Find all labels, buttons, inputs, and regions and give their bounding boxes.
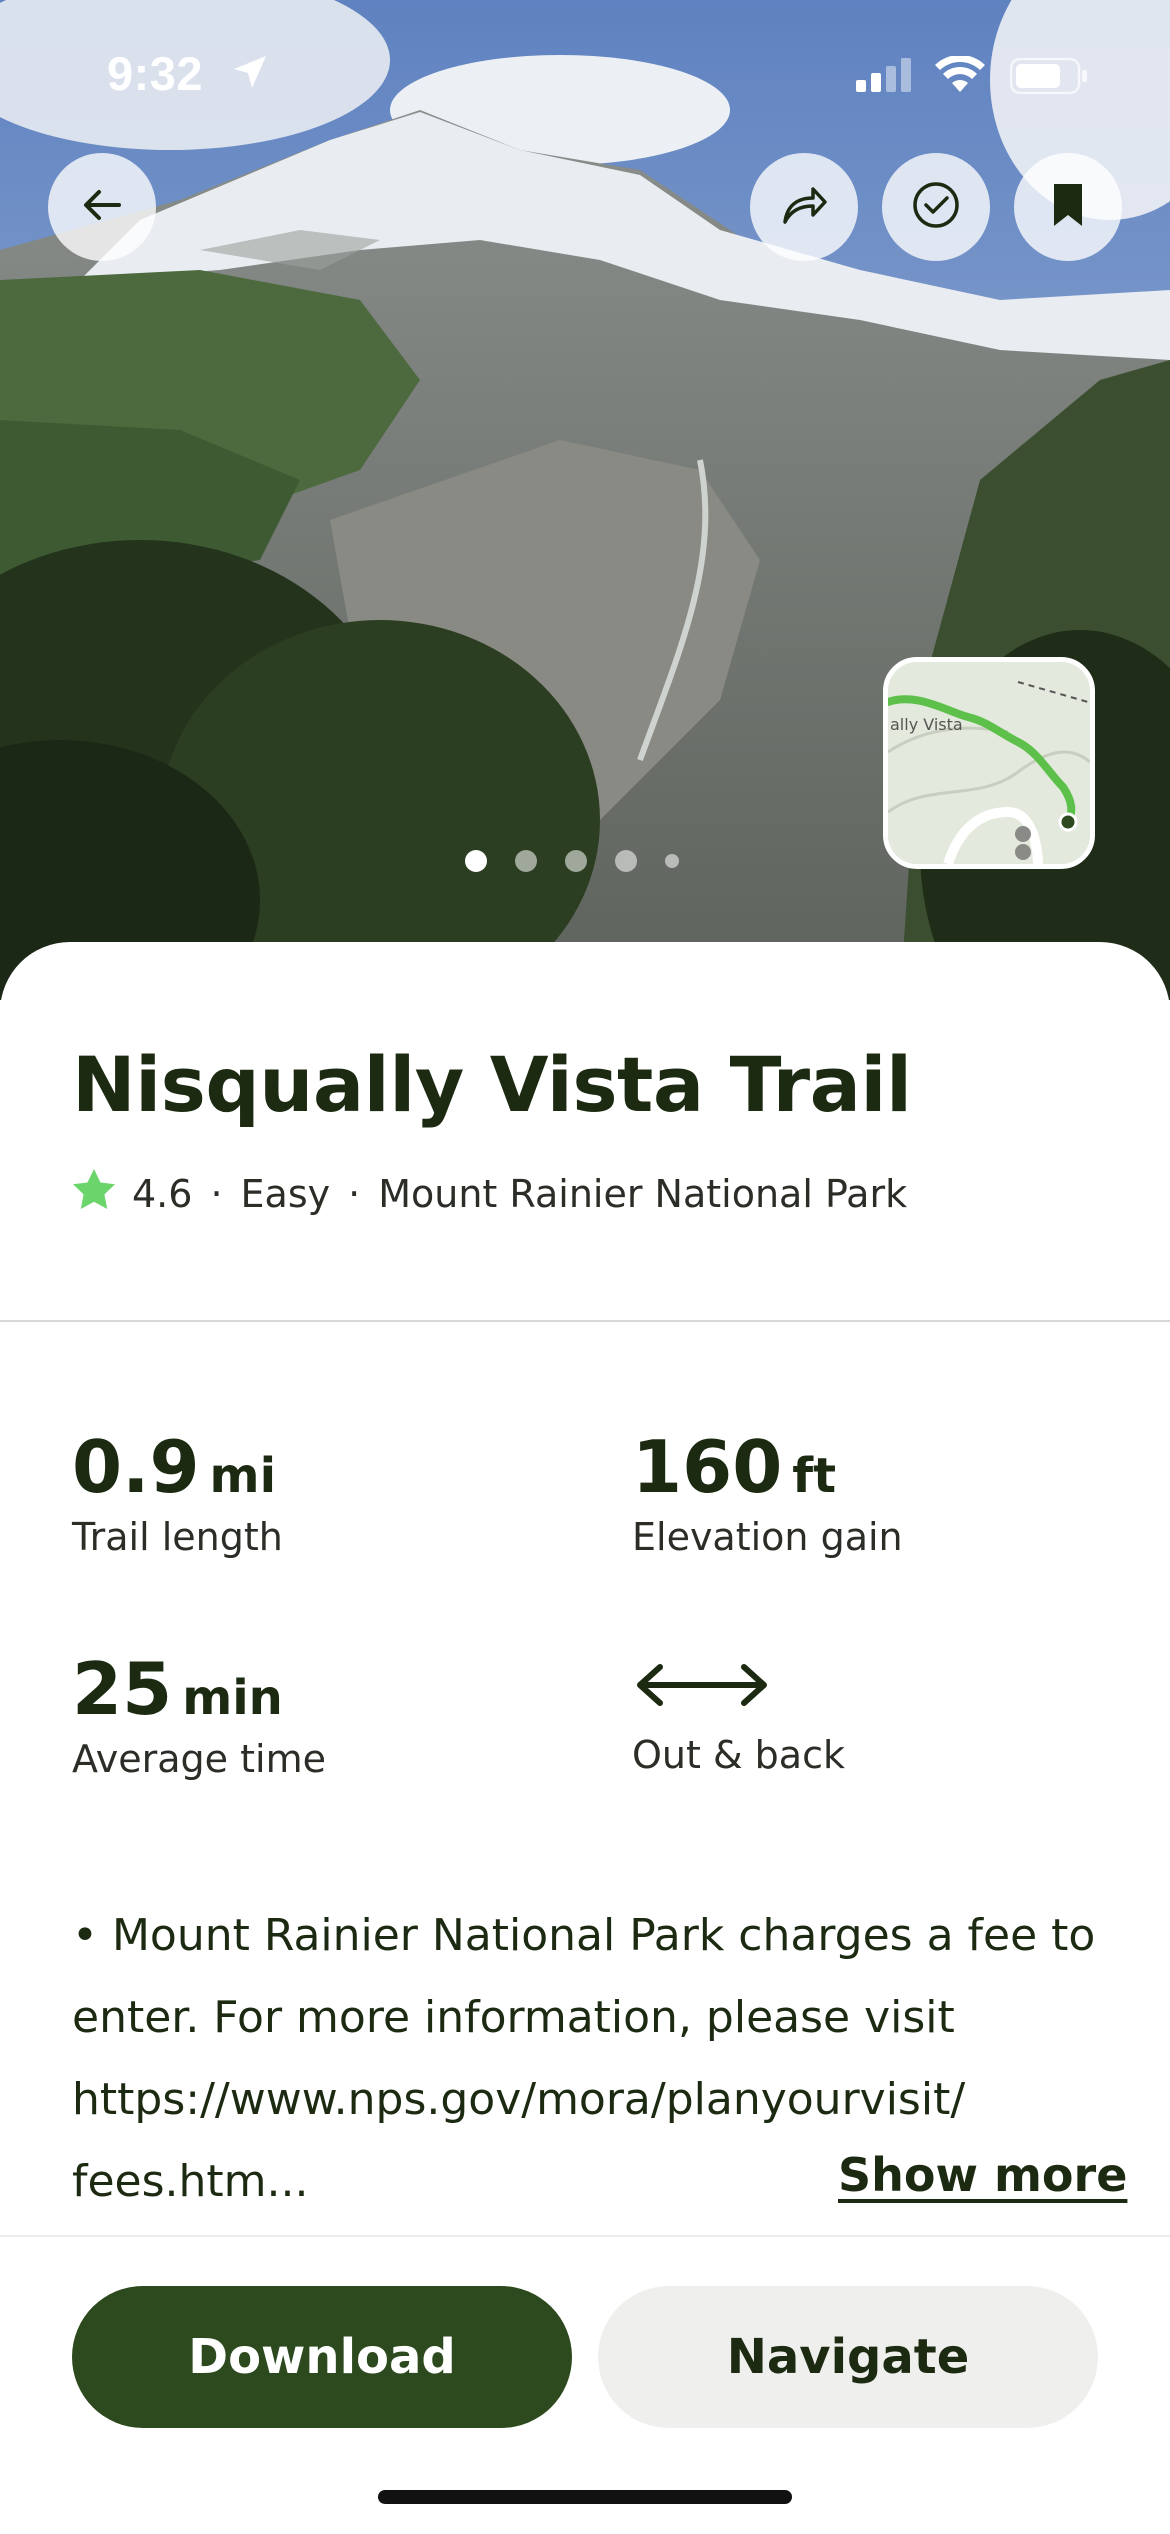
bookmark-icon — [1050, 182, 1086, 232]
stat-value: 25 — [72, 1647, 173, 1731]
trail-title: Nisqually Vista Trail — [72, 1040, 912, 1129]
stat-label: Elevation gain — [632, 1515, 903, 1559]
trail-difficulty: Easy — [240, 1171, 331, 1216]
gallery-dot[interactable] — [515, 850, 537, 872]
status-bar: 9:32 — [0, 0, 1170, 150]
download-button[interactable]: Download — [72, 2286, 572, 2428]
back-arrow-icon — [79, 182, 125, 232]
divider — [0, 1320, 1170, 1322]
show-more-link[interactable]: Show more — [838, 2148, 1127, 2202]
double-arrow-icon — [632, 1655, 845, 1727]
status-time: 9:32 — [107, 47, 204, 100]
back-button[interactable] — [48, 153, 156, 261]
gallery-dot[interactable] — [615, 850, 637, 872]
stat-value: 0.9 — [72, 1425, 200, 1509]
share-button[interactable] — [750, 153, 858, 261]
trail-map-preview: ally Vista — [888, 662, 1090, 864]
gallery-dot[interactable] — [465, 850, 487, 872]
meta-separator: · — [348, 1171, 361, 1216]
stat-route-type: Out & back — [632, 1655, 845, 1777]
save-button[interactable] — [1014, 153, 1122, 261]
trail-park-link[interactable]: Mount Rainier National Park — [378, 1172, 907, 1216]
share-icon — [779, 182, 829, 232]
stat-unit: mi — [209, 1448, 277, 1504]
trail-meta: 4.6 · Easy · Mount Rainier National Park — [72, 1168, 907, 1219]
stat-trail-length: 0.9 mi Trail length — [72, 1425, 283, 1559]
trail-rating: 4.6 — [132, 1171, 193, 1216]
stat-elevation-gain: 160 ft Elevation gain — [632, 1425, 903, 1559]
mark-complete-button[interactable] — [882, 153, 990, 261]
stat-value: 160 — [632, 1425, 783, 1509]
map-thumbnail[interactable]: ally Vista — [883, 657, 1095, 869]
star-icon — [72, 1168, 116, 1219]
stat-label: Trail length — [72, 1515, 283, 1559]
checkmark-circle-icon — [911, 180, 961, 234]
stat-unit: ft — [792, 1448, 837, 1504]
cellular-signal-icon — [856, 58, 914, 96]
map-label: ally Vista — [890, 715, 963, 734]
navigate-button[interactable]: Navigate — [598, 2286, 1098, 2428]
stat-label: Average time — [72, 1737, 326, 1781]
home-indicator[interactable] — [378, 2490, 792, 2504]
gallery-dot[interactable] — [665, 854, 679, 868]
battery-icon — [1009, 57, 1088, 98]
meta-separator: · — [210, 1171, 223, 1216]
gallery-dot[interactable] — [565, 850, 587, 872]
stat-average-time: 25 min Average time — [72, 1647, 326, 1781]
location-arrow-icon — [230, 52, 270, 96]
gallery-pagination[interactable] — [465, 850, 679, 872]
hero-photo[interactable]: 9:32 ally Vista — [0, 0, 1170, 1000]
stat-label: Out & back — [632, 1733, 845, 1777]
wifi-icon — [935, 54, 985, 98]
stat-unit: min — [182, 1670, 283, 1726]
